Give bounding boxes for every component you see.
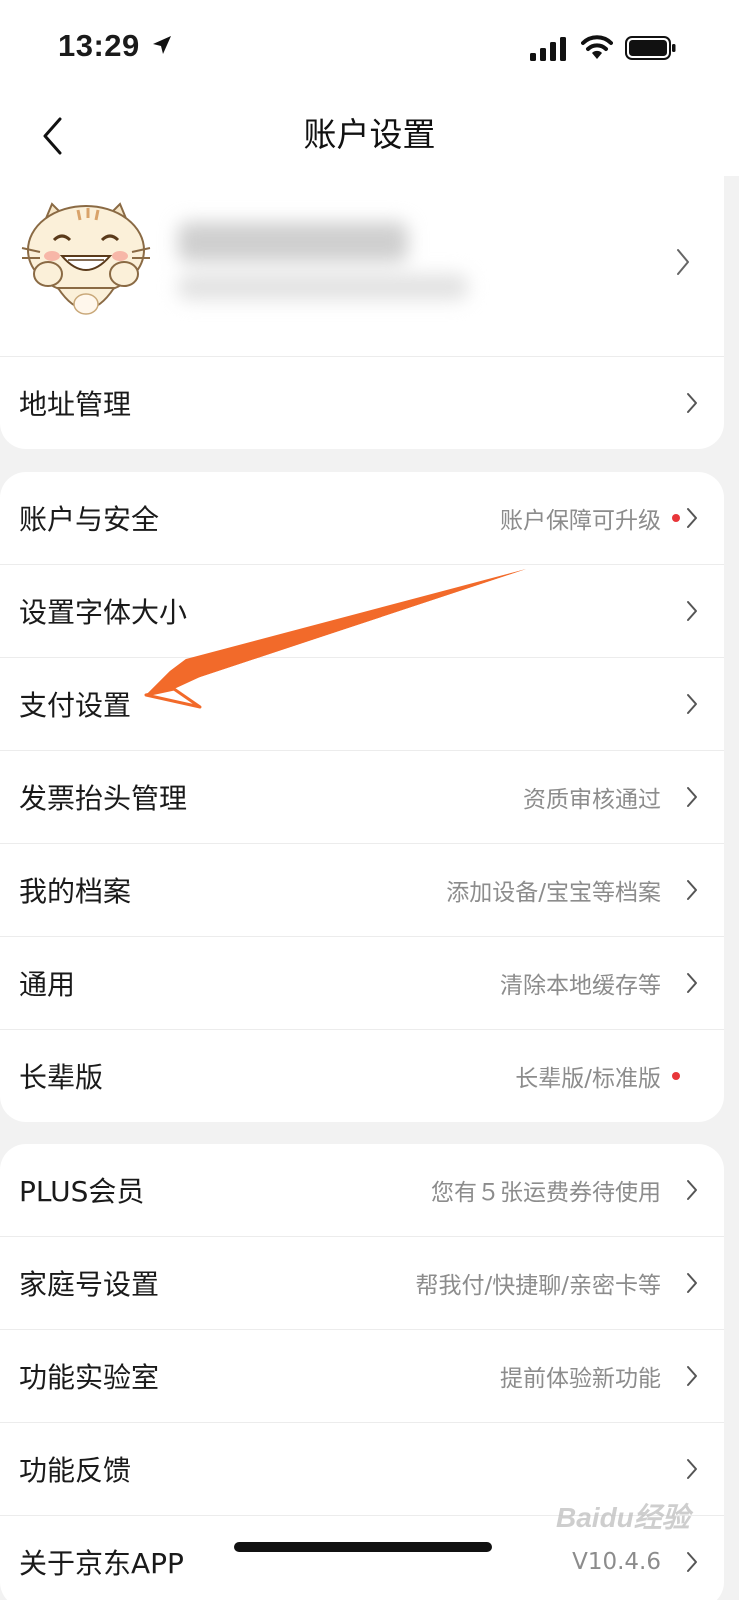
settings-row-payment[interactable]: 支付设置: [0, 658, 724, 751]
row-subtitle: 资质审核通过: [523, 787, 661, 813]
chevron-right-icon: [687, 1180, 697, 1200]
row-subtitle: 添加设备/宝宝等档案: [446, 880, 661, 906]
settings-row-profile-records[interactable]: 我的档案 添加设备/宝宝等档案: [0, 844, 724, 937]
row-subtitle: 提前体验新功能: [500, 1366, 661, 1392]
settings-row-elder-mode[interactable]: 长辈版 长辈版/标准版: [0, 1030, 724, 1122]
status-time: 13:29: [58, 28, 140, 63]
settings-group-main: 账户与安全 账户保障可升级 设置字体大小 支付设置 发票抬头管理 资质审核通过 …: [0, 472, 724, 1122]
chevron-right-icon: [687, 787, 697, 807]
location-arrow-icon: [150, 33, 174, 61]
wifi-icon: [581, 34, 613, 64]
settings-row-address[interactable]: 地址管理: [0, 357, 724, 449]
profile-card: 地址管理: [0, 176, 724, 449]
row-subtitle: 帮我付/快捷聊/亲密卡等: [415, 1273, 662, 1299]
baidu-watermark: Baidu经验: [556, 1502, 690, 1533]
row-subtitle: 您有５张运费券待使用: [431, 1180, 661, 1206]
page-title: 账户设置: [303, 115, 436, 154]
chevron-right-icon: [687, 880, 697, 900]
status-bar: 13:29: [0, 0, 739, 96]
home-indicator[interactable]: [234, 1542, 492, 1552]
nav-bar: 账户设置: [0, 96, 739, 176]
row-label: 功能实验室: [19, 1361, 160, 1394]
row-label: PLUS会员: [19, 1175, 145, 1208]
settings-row-lab[interactable]: 功能实验室 提前体验新功能: [0, 1330, 724, 1423]
settings-row-account-security[interactable]: 账户与安全 账户保障可升级: [0, 472, 724, 565]
chevron-right-icon: [687, 1366, 697, 1386]
chevron-right-icon: [687, 393, 697, 413]
chevron-right-icon: [687, 1552, 697, 1572]
row-label: 通用: [19, 968, 76, 1001]
chevron-right-icon: [677, 249, 689, 275]
row-subtitle: 账户保障可升级: [500, 508, 661, 534]
row-subtitle: 清除本地缓存等: [500, 973, 661, 999]
settings-row-plus-member[interactable]: PLUS会员 您有５张运费券待使用: [0, 1144, 724, 1237]
chevron-right-icon: [687, 601, 697, 621]
blurred-profile-info: [172, 212, 472, 322]
chevron-right-icon: [687, 1459, 697, 1479]
row-subtitle: V10.4.6: [572, 1549, 661, 1575]
row-label: 我的档案: [19, 875, 132, 908]
settings-row-font-size[interactable]: 设置字体大小: [0, 565, 724, 658]
row-label: 长辈版: [19, 1061, 104, 1094]
avatar: [18, 198, 154, 328]
chevron-right-icon: [687, 508, 697, 528]
chevron-right-icon: [687, 694, 697, 714]
row-label: 家庭号设置: [19, 1268, 160, 1301]
chevron-right-icon: [687, 1273, 697, 1293]
settings-row-invoice[interactable]: 发票抬头管理 资质审核通过: [0, 751, 724, 844]
row-label: 功能反馈: [19, 1454, 132, 1487]
battery-icon: [625, 36, 677, 64]
row-label: 发票抬头管理: [19, 782, 188, 815]
settings-row-family[interactable]: 家庭号设置 帮我付/快捷聊/亲密卡等: [0, 1237, 724, 1330]
settings-row-general[interactable]: 通用 清除本地缓存等: [0, 937, 724, 1030]
page: 13:29 账户设置 地址管理 账户与安全 账户保障可升级 设置字体大小 支付设…: [0, 0, 739, 1600]
row-label: 账户与安全: [19, 503, 160, 536]
row-label: 关于京东APP: [19, 1547, 184, 1580]
red-dot-badge: [672, 514, 680, 522]
profile-row[interactable]: [0, 176, 724, 357]
row-label: 设置字体大小: [19, 596, 188, 629]
cellular-signal-icon: [530, 37, 566, 65]
chevron-right-icon: [687, 973, 697, 993]
row-label: 支付设置: [19, 689, 132, 722]
row-subtitle: 长辈版/标准版: [515, 1066, 661, 1092]
row-label: 地址管理: [19, 388, 132, 421]
red-dot-badge: [672, 1072, 680, 1080]
